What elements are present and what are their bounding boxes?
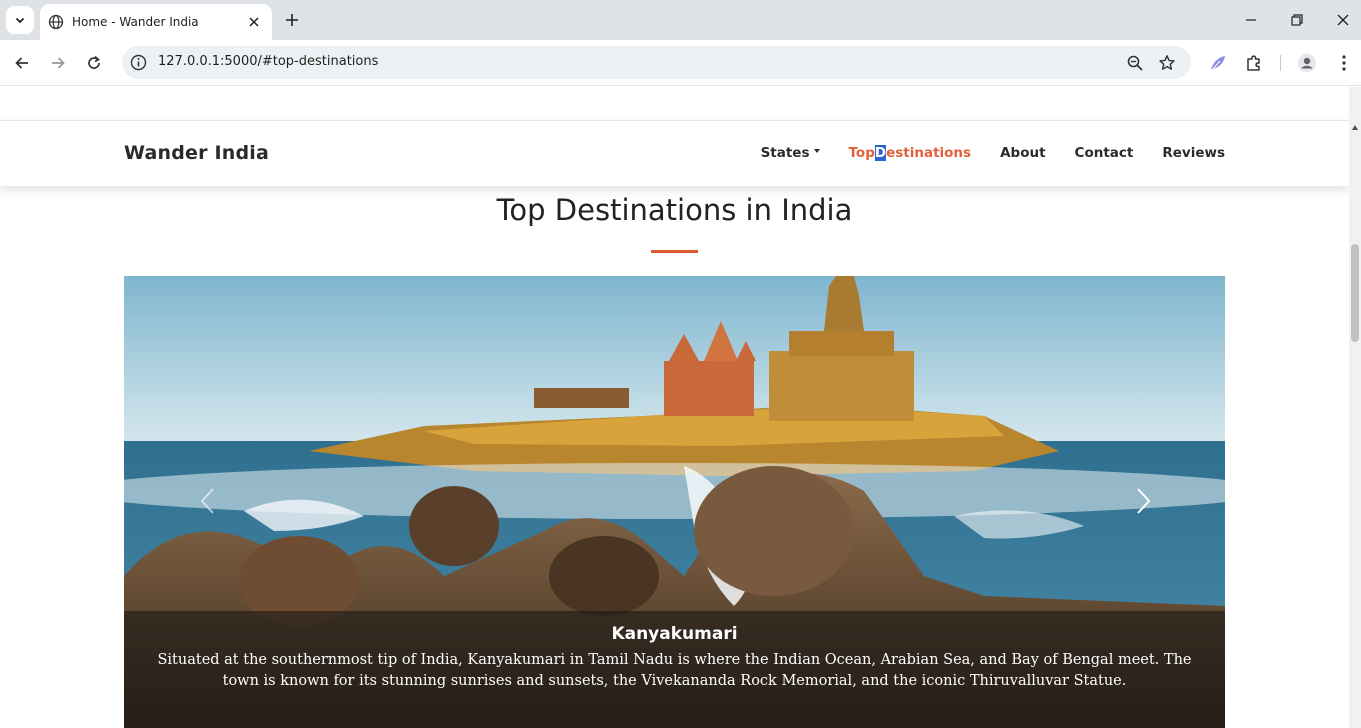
nav-states-dropdown[interactable]: States [761,145,820,161]
new-tab-button[interactable] [280,8,304,32]
url-text[interactable]: 127.0.0.1:5000/#top-destinations [158,54,378,69]
browser-tabstrip: Home - Wander India [0,0,1361,40]
close-icon [249,17,259,27]
reload-icon [88,55,100,69]
minimize-icon [1246,19,1256,21]
carousel-next-icon[interactable] [1127,486,1157,516]
browser-toolbar: 127.0.0.1:5000/#top-destinations [0,40,1361,86]
destination-carousel[interactable]: Kanyakumari Situated at the southernmost… [124,276,1225,728]
tab-close-button[interactable] [244,12,264,32]
arrow-left-icon [15,57,28,69]
globe-icon [48,14,64,30]
carousel-prev-icon[interactable] [194,486,224,516]
back-button[interactable] [8,49,36,77]
nav-top-destinations-label-start: Top [848,145,875,161]
restore-icon [1291,14,1303,26]
profile-avatar-icon[interactable] [1297,53,1317,73]
bookmark-star-icon[interactable] [1158,54,1176,72]
close-icon [1337,14,1349,26]
close-window-button[interactable] [1329,6,1357,34]
page-viewport: Wander India States TopDestinations Abou… [0,87,1349,728]
toolbar-divider [1280,55,1281,71]
main-nav: States TopDestinations About Contact Rev… [761,145,1225,161]
address-bar[interactable]: 127.0.0.1:5000/#top-destinations [122,46,1191,79]
nav-top-destinations-label-end: estinations [886,145,972,161]
slide-caption: Kanyakumari Situated at the southernmost… [124,611,1225,728]
chevron-down-icon [15,17,25,24]
extensions-puzzle-icon[interactable] [1244,53,1264,73]
extension-feather-icon[interactable] [1208,53,1228,73]
plus-icon [286,14,298,26]
minimize-button[interactable] [1237,6,1265,34]
zoom-icon[interactable] [1126,54,1144,72]
active-tab[interactable]: Home - Wander India [40,4,272,40]
reload-button[interactable] [80,49,108,77]
nav-top-destinations[interactable]: TopDestinations [848,145,972,161]
nav-states-label: States [760,145,810,161]
site-header: Wander India States TopDestinations Abou… [0,120,1349,186]
section-title: Top Destinations in India [496,193,853,227]
tab-title: Home - Wander India [72,15,199,29]
caret-down-icon [813,149,820,153]
nav-contact[interactable]: Contact [1075,145,1134,161]
site-info-icon[interactable] [130,54,147,71]
tab-search-button[interactable] [6,6,34,34]
title-underline [651,250,698,253]
forward-button[interactable] [44,49,72,77]
scrollbar-thumb[interactable] [1351,244,1359,342]
arrow-right-icon [52,57,65,69]
nav-reviews[interactable]: Reviews [1162,145,1225,161]
scroll-up-arrow-icon[interactable] [1352,125,1358,130]
menu-kebab-icon[interactable] [1334,53,1354,73]
slide-title: Kanyakumari [611,624,738,644]
page-scrollbar[interactable] [1349,87,1361,728]
nav-selected-text: D [874,145,887,161]
slide-description: Situated at the southernmost tip of Indi… [157,652,1192,689]
nav-about[interactable]: About [1000,145,1045,161]
site-brand[interactable]: Wander India [124,142,269,164]
restore-button[interactable] [1283,6,1311,34]
